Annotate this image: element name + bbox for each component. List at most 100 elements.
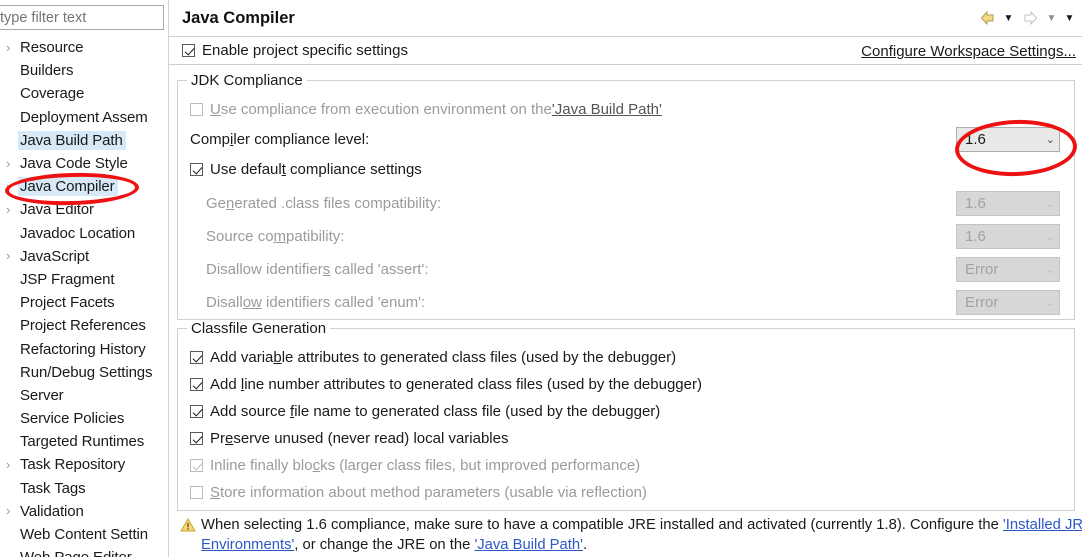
disallow-assert-value: Error <box>965 261 999 278</box>
sidebar-item-label: Java Editor <box>20 201 94 219</box>
sidebar-item-refactoring-history[interactable]: Refactoring History <box>0 337 169 360</box>
sidebar-item-task-tags[interactable]: Task Tags <box>0 477 169 500</box>
compiler-compliance-level-select[interactable]: 1.6 ⌄ <box>956 127 1060 152</box>
configure-workspace-settings-link[interactable]: Configure Workspace Settings... <box>861 43 1076 60</box>
compliance-level-value: 1.6 <box>965 131 986 148</box>
checkbox-box <box>182 44 195 57</box>
sidebar-item-web-page-editor[interactable]: Web Page Editor <box>0 546 169 557</box>
generated-class-compat-label: Generated .class files compatibility: <box>206 195 442 212</box>
classfile-option-row[interactable]: Add variable attributes to generated cla… <box>178 345 1076 370</box>
sidebar-item-label: Java Code Style <box>20 155 128 173</box>
disallow-assert-label: Disallow identifiers called 'assert': <box>206 261 429 278</box>
sidebar-item-label: Web Content Settin <box>20 526 148 544</box>
search-input[interactable] <box>0 5 164 30</box>
chevron-down-icon: ⌄ <box>1045 231 1055 243</box>
classfile-option-row: Inline finally blocks (larger class file… <box>178 453 1076 478</box>
sidebar-item-label: Java Compiler <box>18 177 118 197</box>
disallow-enum-label: Disallow identifiers called 'enum': <box>206 294 426 311</box>
sidebar-item-java-build-path[interactable]: Java Build Path <box>0 129 169 152</box>
checkbox-box <box>190 378 203 391</box>
sidebar-item-resource[interactable]: › Resource <box>0 36 169 59</box>
sidebar-item-targeted-runtimes[interactable]: Targeted Runtimes <box>0 430 169 453</box>
sidebar-item-label: Deployment Assem <box>20 108 148 126</box>
classfile-option-row[interactable]: Preserve unused (never read) local varia… <box>178 426 1076 451</box>
enable-project-settings-row: Enable project specific settings Configu… <box>169 37 1082 65</box>
source-compat-label: Source compatibility: <box>206 228 345 245</box>
sidebar-item-service-policies[interactable]: Service Policies <box>0 407 169 430</box>
sidebar-item-coverage[interactable]: Coverage <box>0 82 169 105</box>
checkbox-box <box>190 486 203 499</box>
preferences-sidebar: › Resource Builders Coverage Deployment Asse… <box>0 0 169 557</box>
chevron-right-icon[interactable]: › <box>6 157 15 170</box>
classfile-option-label: Add variable attributes to generated cla… <box>210 349 677 366</box>
sidebar-item-task-repository[interactable]: › Task Repository <box>0 453 169 476</box>
classfile-option-label: Add line number attributes to generated … <box>210 376 702 393</box>
warning-message: When selecting 1.6 compliance, make sure… <box>201 515 1082 555</box>
enable-project-settings-checkbox[interactable]: Enable project specific settings <box>182 42 408 59</box>
sidebar-item-label: Javadoc Location <box>20 224 136 242</box>
disallow-enum-row: Disallow identifiers called 'enum': <box>178 290 1076 315</box>
sidebar-item-project-references[interactable]: Project References <box>0 314 169 337</box>
sidebar-item-javadoc-location[interactable]: Javadoc Location <box>0 222 169 245</box>
chevron-right-icon[interactable]: › <box>6 180 15 193</box>
source-compat-select: 1.6 ⌄ <box>956 224 1060 249</box>
sidebar-item-server[interactable]: Server <box>0 384 169 407</box>
sidebar-item-java-editor[interactable]: › Java Editor <box>0 198 169 221</box>
sidebar-item-javascript[interactable]: › JavaScript <box>0 245 169 268</box>
back-arrow-icon[interactable] <box>977 8 997 28</box>
sidebar-item-label: Project References <box>20 317 146 335</box>
java-build-path-link[interactable]: 'Java Build Path' <box>474 537 582 553</box>
use-default-compliance-row[interactable]: Use default compliance settings <box>178 157 1076 182</box>
generated-class-compat-row: Generated .class files compatibility: <box>178 191 1076 216</box>
chevron-down-icon: ⌄ <box>1045 198 1055 210</box>
sidebar-item-label: Java Build Path <box>18 130 126 150</box>
chevron-right-icon[interactable]: › <box>6 249 15 262</box>
eclipse-properties-dialog: › Resource Builders Coverage Deployment Asse… <box>0 0 1082 557</box>
classfile-option-label: Store information about method parameter… <box>210 484 647 501</box>
java-compiler-page: Java Compiler ▼ ▼ ▼ Enable project speci… <box>169 0 1082 557</box>
disallow-enum-value: Error <box>965 294 999 311</box>
generated-class-compat-select: 1.6 ⌄ <box>956 191 1060 216</box>
chevron-right-icon[interactable]: › <box>6 504 15 517</box>
sidebar-item-project-facets[interactable]: Project Facets <box>0 291 169 314</box>
classfile-option-row[interactable]: Add line number attributes to generated … <box>178 372 1076 397</box>
sidebar-item-java-compiler[interactable]: › Java Compiler <box>0 175 169 198</box>
back-history-chevron-down-icon[interactable]: ▼ <box>1002 8 1015 28</box>
classfile-option-row[interactable]: Add source file name to generated class … <box>178 399 1076 424</box>
sidebar-item-jsp-fragment[interactable]: JSP Fragment <box>0 268 169 291</box>
checkbox-box <box>190 432 203 445</box>
sidebar-item-builders[interactable]: Builders <box>0 59 169 82</box>
sidebar-item-java-code-style[interactable]: › Java Code Style <box>0 152 169 175</box>
sidebar-item-label: Run/Debug Settings <box>20 363 153 381</box>
use-execution-environment-row[interactable]: Use compliance from execution environmen… <box>178 97 1076 122</box>
sidebar-item-run-debug-settings[interactable]: Run/Debug Settings <box>0 361 169 384</box>
chevron-down-icon: ⌄ <box>1045 264 1055 276</box>
disallow-assert-select: Error ⌄ <box>956 257 1060 282</box>
sidebar-item-label: Resource <box>20 39 84 57</box>
chevron-right-icon[interactable]: › <box>6 41 15 54</box>
use-execution-environment-label: Use compliance from execution environmen… <box>210 101 552 118</box>
sidebar-item-web-content-settin[interactable]: Web Content Settin <box>0 523 169 546</box>
enable-project-settings-label: Enable project specific settings <box>202 42 408 59</box>
sidebar-item-label: Server <box>20 386 64 404</box>
page-menu-chevron-down-icon[interactable]: ▼ <box>1063 8 1076 28</box>
sidebar-item-deployment-assem[interactable]: Deployment Assem <box>0 106 169 129</box>
jdk-compliance-title: JDK Compliance <box>187 72 307 89</box>
sidebar-item-label: Project Facets <box>20 294 115 312</box>
chevron-right-icon[interactable]: › <box>6 203 15 216</box>
checkbox-box <box>190 351 203 364</box>
classfile-generation-title: Classfile Generation <box>187 320 331 337</box>
chevron-down-icon: ⌄ <box>1045 297 1055 309</box>
sidebar-item-label: Builders <box>20 62 74 80</box>
chevron-right-icon[interactable]: › <box>6 458 15 471</box>
source-compat-row: Source compatibility: <box>178 224 1076 249</box>
jdk-compliance-group: JDK Compliance Use compliance from execu… <box>177 72 1076 320</box>
page-nav-toolbar: ▼ ▼ ▼ <box>977 8 1076 28</box>
java-build-path-link[interactable]: 'Java Build Path' <box>552 101 662 118</box>
installed-jres-link[interactable]: 'Installed JREs' <box>1003 517 1082 533</box>
sidebar-item-validation[interactable]: › Validation <box>0 500 169 523</box>
warning-text-4: . <box>582 537 588 553</box>
chevron-down-icon: ⌄ <box>1045 134 1055 146</box>
checkbox-box <box>190 103 203 116</box>
warning-text-3: , or change the JRE on the <box>294 537 475 553</box>
